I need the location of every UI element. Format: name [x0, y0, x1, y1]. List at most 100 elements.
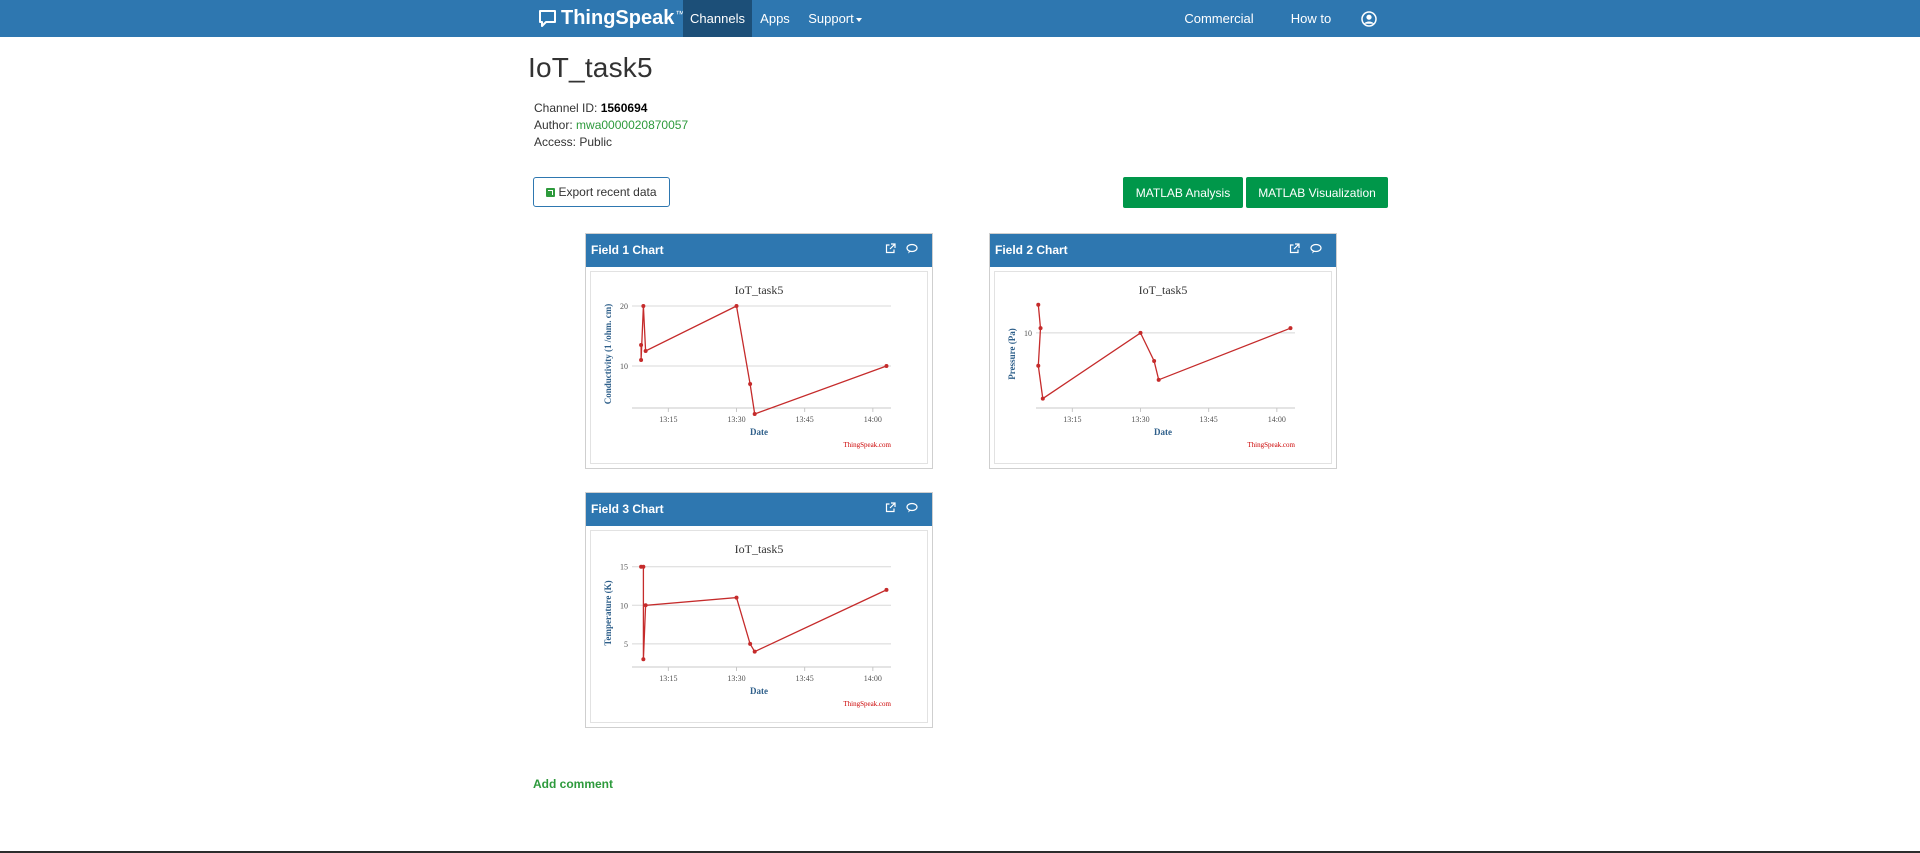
- data-point: [1040, 396, 1045, 401]
- x-tick-label: 13:30: [1131, 415, 1149, 424]
- chart-credit: ThingSpeak.com: [843, 441, 891, 449]
- y-tick-label: 10: [1024, 329, 1032, 338]
- widget-title: Field 3 Chart: [591, 502, 664, 516]
- x-tick-label: 13:30: [727, 415, 745, 424]
- nav-how-to-buy[interactable]: How to Buy: [1278, 0, 1344, 63]
- data-point: [643, 603, 648, 608]
- data-point: [1138, 330, 1143, 335]
- y-axis-label: Pressure (Pa): [1007, 328, 1017, 379]
- series-line: [1037, 304, 1291, 400]
- data-point: [752, 649, 757, 654]
- widget-title: Field 2 Chart: [995, 243, 1068, 257]
- data-point: [734, 304, 739, 308]
- data-point: [734, 595, 739, 600]
- field-2-chart-widget: Field 2 Chart IoT_task5 10 13:15 13:30 13:45…: [989, 233, 1337, 469]
- x-tick-label: 14:00: [864, 674, 882, 683]
- chart-title: IoT_task5: [735, 283, 784, 297]
- access-value: Public: [579, 135, 613, 149]
- comment-icon[interactable]: [906, 502, 918, 513]
- x-tick-label: 13:30: [727, 674, 745, 683]
- widget-header: Field 1 Chart: [586, 234, 932, 267]
- comment-icon[interactable]: [1310, 243, 1322, 254]
- data-point: [748, 641, 753, 646]
- data-point: [748, 382, 753, 386]
- x-tick-label: 14:00: [1268, 415, 1286, 424]
- chart-title: IoT_task5: [735, 542, 784, 556]
- page-title: IoT_task5: [528, 52, 653, 83]
- x-tick-label: 13:45: [1200, 415, 1218, 424]
- chart-credit: ThingSpeak.com: [843, 700, 891, 708]
- x-tick-label: 13:45: [796, 415, 814, 424]
- data-point: [1288, 326, 1293, 331]
- data-point: [643, 349, 648, 353]
- y-tick-label: 10: [620, 362, 628, 371]
- access-label: Access:: [534, 135, 580, 149]
- x-tick-label: 13:15: [659, 674, 677, 683]
- nav-apps[interactable]: Apps: [752, 0, 798, 37]
- x-tick-label: 14:00: [864, 415, 882, 424]
- y-axis-label: Temperature (K): [603, 580, 613, 645]
- chart-frame: IoT_task5 10 20 13:15 13:30 13:45 14:00 Date Con…: [590, 271, 928, 464]
- add-comment-link[interactable]: Add comment: [533, 777, 613, 791]
- external-link-icon[interactable]: [885, 243, 896, 254]
- field-1-chart-widget: Field 1 Chart IoT_task5 10 20 13:15 13:30 13:…: [585, 233, 933, 469]
- y-tick-label: 20: [620, 302, 628, 311]
- channel-id-value: 1560694: [600, 101, 648, 115]
- widget-header: Field 3 Chart: [586, 493, 932, 526]
- series-line: [640, 305, 887, 415]
- channel-id-row: Channel ID: 1560694: [534, 101, 647, 115]
- chart-frame: IoT_task5 10 13:15 13:30 13:45 14:00 Date Press…: [994, 271, 1332, 464]
- external-link-icon[interactable]: [885, 502, 896, 513]
- brand-name: ThingSpeak: [561, 7, 675, 29]
- data-point: [884, 587, 889, 592]
- author-label: Author:: [534, 118, 577, 132]
- data-point: [1038, 326, 1043, 331]
- data-point: [641, 657, 646, 662]
- field-1-line-chart: IoT_task5 10 20 13:15 13:30 13:45 14:00 Date Con…: [603, 283, 892, 449]
- chart-title: IoT_task5: [1139, 283, 1188, 297]
- matlab-visualization-button[interactable]: MATLAB Visualization: [1246, 177, 1388, 208]
- chart-credit: ThingSpeak.com: [1247, 441, 1295, 449]
- data-point: [1036, 363, 1041, 368]
- widget-header: Field 2 Chart: [990, 234, 1336, 267]
- nav-commercial-use[interactable]: Commercial Use: [1174, 0, 1264, 63]
- y-tick-label: 10: [620, 601, 628, 610]
- data-point: [752, 412, 757, 416]
- user-account-icon[interactable]: [1361, 11, 1377, 27]
- author-row: Author: mwa0000020870057: [534, 118, 688, 132]
- field-2-line-chart: IoT_task5 10 13:15 13:30 13:45 14:00 Date Press…: [1007, 283, 1296, 449]
- y-tick-label: 5: [624, 640, 628, 649]
- channel-id-label: Channel ID:: [534, 101, 601, 115]
- author-link[interactable]: mwa0000020870057: [576, 118, 688, 132]
- data-point: [1036, 302, 1041, 307]
- caret-down-icon: [855, 17, 862, 22]
- widget-title: Field 1 Chart: [591, 243, 664, 257]
- chat-bubble-logo-icon: [538, 9, 557, 28]
- top-navbar: ThingSpeak ™ Channels Apps Support Commer…: [0, 0, 1920, 63]
- y-tick-label: 15: [620, 563, 628, 572]
- export-icon: [546, 187, 556, 197]
- comment-icon[interactable]: [906, 243, 918, 254]
- nav-support-label: Support: [808, 11, 854, 26]
- field-3-line-chart: IoT_task5 5 10 15 13:15 13:30 13:45 14:00 Date Te…: [603, 542, 892, 708]
- x-tick-label: 13:15: [1063, 415, 1081, 424]
- data-point: [1152, 359, 1157, 364]
- export-recent-data-button[interactable]: Export recent data: [533, 177, 670, 207]
- nav-channels[interactable]: Channels: [683, 0, 752, 37]
- y-axis-label: Conductivity (1 /ohm. cm): [603, 304, 613, 405]
- data-point: [641, 564, 646, 569]
- external-link-icon[interactable]: [1289, 243, 1300, 254]
- x-axis-label: Date: [750, 427, 768, 437]
- data-point: [641, 304, 646, 308]
- x-axis-label: Date: [1154, 427, 1172, 437]
- data-point: [639, 343, 644, 347]
- series-line: [641, 566, 887, 660]
- nav-support[interactable]: Support: [803, 0, 867, 37]
- chart-frame: IoT_task5 5 10 15 13:15 13:30 13:45 14:00 Date Te…: [590, 530, 928, 723]
- data-point: [639, 358, 644, 362]
- matlab-analysis-button[interactable]: MATLAB Analysis: [1123, 177, 1243, 208]
- x-axis-label: Date: [750, 686, 768, 696]
- brand[interactable]: ThingSpeak ™: [538, 0, 684, 37]
- access-row: Access: Public: [534, 135, 612, 149]
- x-tick-label: 13:45: [796, 674, 814, 683]
